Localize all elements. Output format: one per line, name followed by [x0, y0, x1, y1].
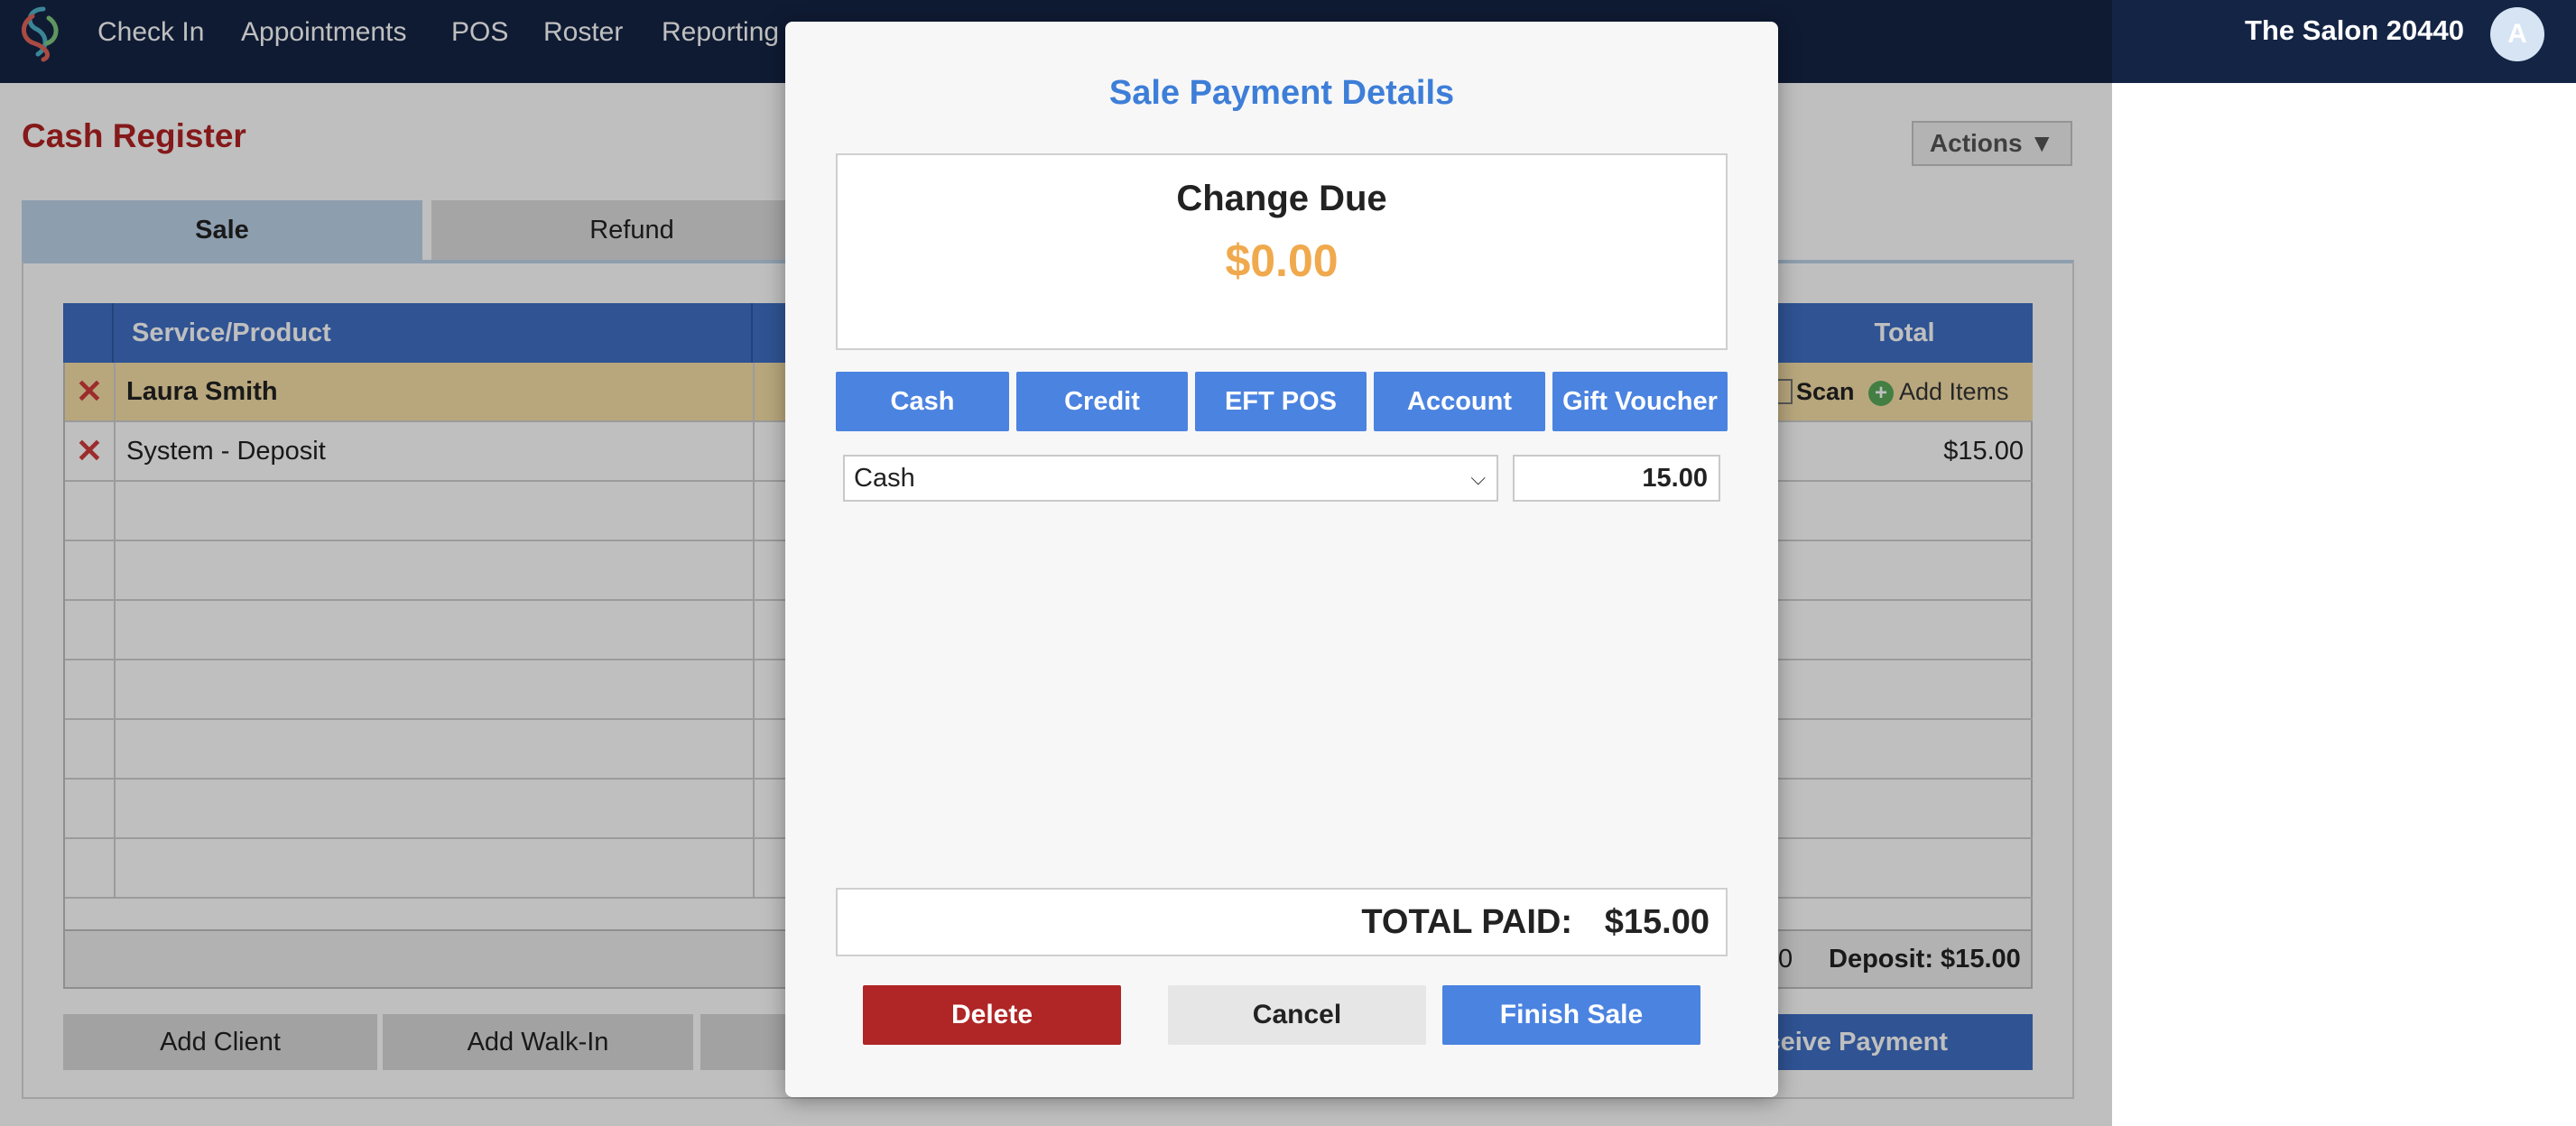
- payment-method-account-button[interactable]: Account: [1374, 372, 1545, 431]
- payment-method-select[interactable]: Cash ⌵: [843, 455, 1498, 502]
- payment-method-cash-button[interactable]: Cash: [836, 372, 1009, 431]
- page-right-blank-area: [2112, 83, 2576, 1126]
- payment-method-gift-voucher-button[interactable]: Gift Voucher: [1552, 372, 1728, 431]
- cancel-button[interactable]: Cancel: [1168, 985, 1426, 1045]
- modal-title: Sale Payment Details: [1108, 74, 1455, 112]
- payment-method-credit-button[interactable]: Credit: [1016, 372, 1188, 431]
- sale-payment-modal: Sale Payment Details Change Due $0.00 Ca…: [785, 22, 1778, 1097]
- payment-method-select-value: Cash: [854, 464, 915, 493]
- payment-amount-input[interactable]: 15.00: [1513, 455, 1720, 502]
- chevron-down-icon: ⌵: [1470, 466, 1486, 489]
- change-due-box: Change Due $0.00: [836, 153, 1728, 350]
- user-avatar[interactable]: A: [2490, 7, 2544, 61]
- total-paid-label: TOTAL PAID:: [1361, 903, 1572, 941]
- payment-method-eftpos-button[interactable]: EFT POS: [1195, 372, 1367, 431]
- total-paid-box: TOTAL PAID: $15.00: [836, 888, 1728, 956]
- change-due-label: Change Due: [1176, 179, 1387, 218]
- total-paid-value: $15.00: [1604, 903, 1710, 941]
- finish-sale-button[interactable]: Finish Sale: [1442, 985, 1700, 1045]
- change-due-amount: $0.00: [1225, 235, 1339, 286]
- salon-name[interactable]: The Salon 20440: [2245, 13, 2464, 49]
- delete-button[interactable]: Delete: [863, 985, 1121, 1045]
